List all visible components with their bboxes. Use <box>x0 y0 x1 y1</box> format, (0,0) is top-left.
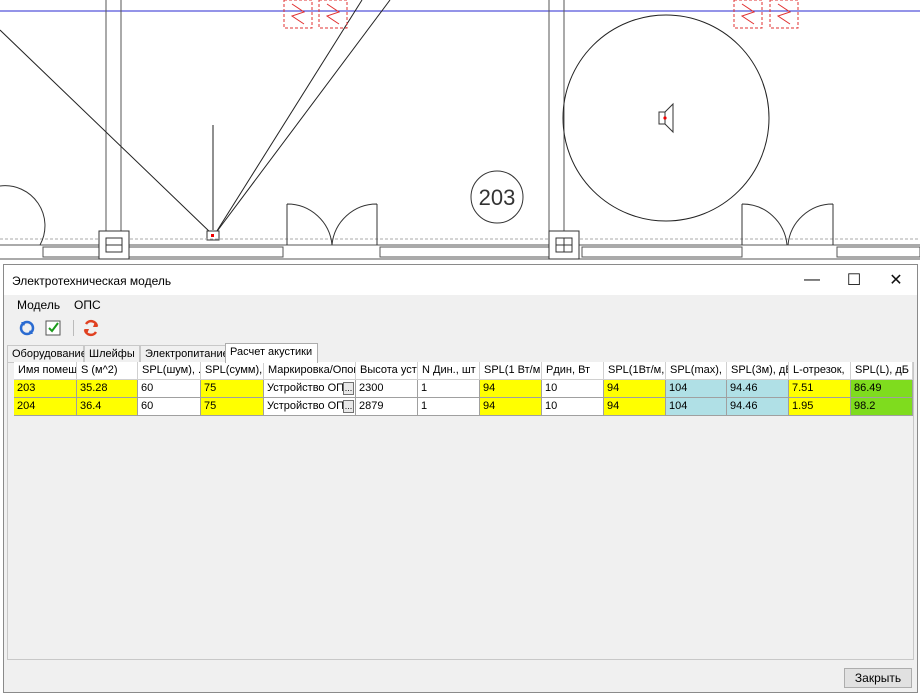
cell-area[interactable]: 35.28 <box>77 380 138 398</box>
toolbar <box>4 315 917 341</box>
cell-room-name[interactable]: 204 <box>14 398 77 416</box>
minimize-button[interactable]: — <box>791 265 833 295</box>
column-header[interactable]: SPL(1Вт/м, <box>604 362 666 380</box>
cell-room-name[interactable]: 203 <box>14 380 77 398</box>
column-header[interactable]: L-отрезок, <box>789 362 851 380</box>
column-header[interactable]: SPL(1 Вт/м <box>480 362 542 380</box>
column-header[interactable]: Высота уст <box>356 362 418 380</box>
column-header[interactable]: S (м^2) <box>77 362 138 380</box>
cell-spl-l[interactable]: 98.2 <box>851 398 913 416</box>
column-header[interactable]: Маркировка/Опов <box>264 362 356 380</box>
column-header[interactable]: N Дин., шт <box>418 362 480 380</box>
cell-power[interactable]: 10 <box>542 380 604 398</box>
recalculate-icon[interactable] <box>82 319 100 337</box>
cell-spl-1w-m[interactable]: 94 <box>604 398 666 416</box>
cell-spl-max[interactable]: 104 <box>666 398 727 416</box>
column-header[interactable]: SPL(шум), . <box>138 362 201 380</box>
cell-power[interactable]: 10 <box>542 398 604 416</box>
cell-marking[interactable]: Устройство ОПС... <box>264 398 356 416</box>
cell-spl-sum[interactable]: 75 <box>201 380 264 398</box>
tab-acoustics[interactable]: Расчет акустики <box>225 343 318 363</box>
cell-speaker-count[interactable]: 1 <box>418 380 480 398</box>
cell-marking-text: Устройство ОПС <box>267 400 353 412</box>
cell-spl-3m[interactable]: 94.46 <box>727 398 789 416</box>
room-number-label: 203 <box>479 185 516 210</box>
tab-power[interactable]: Электропитание <box>140 345 229 362</box>
tab-equipment[interactable]: Оборудование <box>7 345 87 362</box>
refresh-icon[interactable] <box>18 319 36 337</box>
cad-drawing: 203 <box>0 0 920 260</box>
cell-l-segment[interactable]: 1.95 <box>789 398 851 416</box>
column-header[interactable]: Имя помещ <box>14 362 77 380</box>
close-button[interactable]: Закрыть <box>844 668 912 688</box>
cell-l-segment[interactable]: 7.51 <box>789 380 851 398</box>
cell-marking[interactable]: Устройство ОПС... <box>264 380 356 398</box>
close-window-button[interactable]: ✕ <box>875 265 917 295</box>
cell-mount-height[interactable]: 2879 <box>356 398 418 416</box>
column-header[interactable]: SPL(max), , <box>666 362 727 380</box>
menu-ops[interactable]: ОПС <box>74 298 101 312</box>
maximize-button[interactable]: ☐ <box>833 265 875 295</box>
ellipsis-button[interactable]: ... <box>343 382 354 395</box>
menu-bar: Модель ОПС <box>4 295 917 315</box>
cell-spl-l[interactable]: 86.49 <box>851 380 913 398</box>
tab-loops[interactable]: Шлейфы <box>84 345 140 362</box>
cell-spl-sum[interactable]: 75 <box>201 398 264 416</box>
cell-spl-max[interactable]: 104 <box>666 380 727 398</box>
menu-model[interactable]: Модель <box>17 298 60 312</box>
window-title: Электротехническая модель <box>12 274 172 288</box>
title-bar: Электротехническая модель — ☐ ✕ <box>4 265 917 295</box>
cell-area[interactable]: 36.4 <box>77 398 138 416</box>
electrotechnical-model-window: Электротехническая модель — ☐ ✕ Модель О… <box>3 264 918 693</box>
cell-spl-1w[interactable]: 94 <box>480 380 542 398</box>
ellipsis-button[interactable]: ... <box>343 400 354 413</box>
column-header[interactable]: SPL(сумм), <box>201 362 264 380</box>
cell-spl-noise[interactable]: 60 <box>138 380 201 398</box>
tab-strip: Оборудование Шлейфы Электропитание Расче… <box>4 343 917 363</box>
cell-spl-1w[interactable]: 94 <box>480 398 542 416</box>
cell-marking-text: Устройство ОПС <box>267 382 353 394</box>
column-header[interactable]: Pдин, Вт <box>542 362 604 380</box>
cell-mount-height[interactable]: 2300 <box>356 380 418 398</box>
column-header[interactable]: SPL(3м), дБ <box>727 362 789 380</box>
cell-spl-noise[interactable]: 60 <box>138 398 201 416</box>
checkbox-icon[interactable] <box>44 319 62 337</box>
cell-speaker-count[interactable]: 1 <box>418 398 480 416</box>
cell-spl-3m[interactable]: 94.46 <box>727 380 789 398</box>
cell-spl-1w-m[interactable]: 94 <box>604 380 666 398</box>
column-header[interactable]: SPL(L), дБ <box>851 362 913 380</box>
